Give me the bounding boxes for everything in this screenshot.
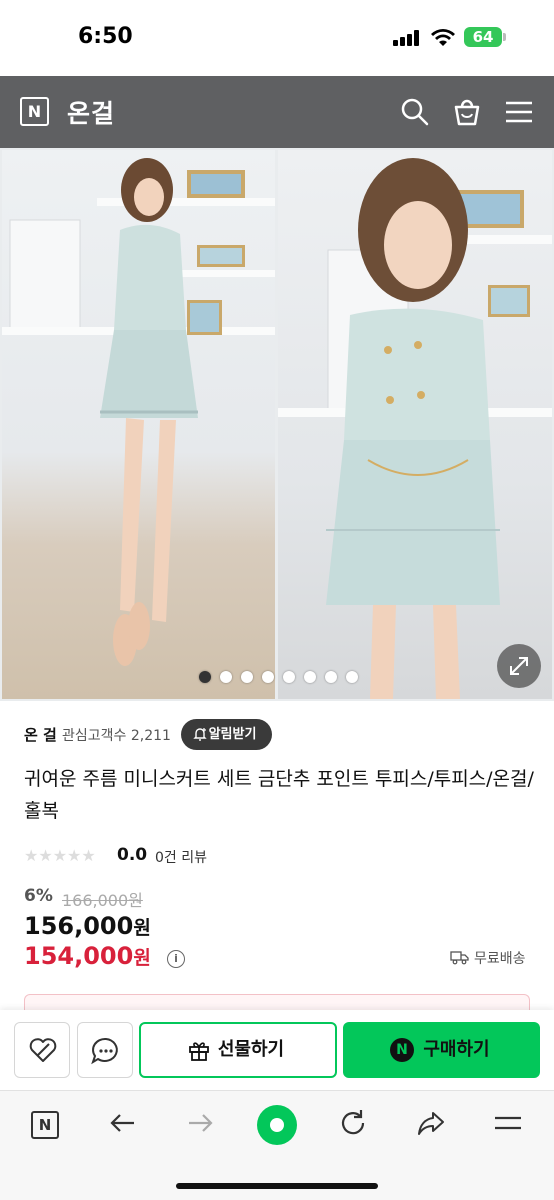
expand-icon [510,657,528,675]
purchase-action-bar: 선물하기 N 구매하기 [0,1010,554,1090]
price: 156,000 [24,912,134,940]
gallery-dot[interactable] [346,671,358,683]
price-row: 156,000원 [24,912,324,944]
home-indicator[interactable] [176,1183,378,1189]
review-count[interactable]: 0건 리뷰 [155,847,207,867]
gallery-dot[interactable] [220,671,232,683]
gallery-dot[interactable] [199,671,211,683]
battery-icon: 64 [464,27,502,47]
product-image-gallery[interactable] [0,148,554,701]
sale-price-row: 154,000원 i 무료배송 [24,942,544,976]
star-rating-icon: ★★★★★ [24,846,96,865]
cellular-signal-icon [393,30,421,46]
product-title: 귀여운 주름 미니스커트 세트 금단추 포인트 투피스/투피스/온걸/홀복 [24,768,534,822]
buy-button[interactable]: N 구매하기 [343,1022,540,1078]
bell-plus-icon [193,728,207,741]
battery-cap [503,33,506,41]
sale-price-unit: 원 [133,947,151,969]
buy-label: 구매하기 [423,1039,490,1060]
talk-talk-button[interactable] [77,1022,133,1078]
model-photo-illustration [2,158,275,666]
model-photo-illustration [278,158,552,699]
rating-value: 0.0 [117,845,148,865]
forward-arrow-icon[interactable] [184,1107,216,1139]
wishlist-button[interactable] [14,1022,70,1078]
top-nav: N 온걸 [0,76,554,148]
store-name[interactable]: 온걸 [67,94,115,130]
gift-button[interactable]: 선물하기 [139,1022,337,1078]
wifi-icon [431,29,455,46]
menu-icon[interactable] [492,1107,524,1139]
free-shipping-label: 무료배송 [474,951,526,967]
naver-logo-icon[interactable]: N [20,97,49,126]
original-price: 166,000원 [62,891,143,910]
status-time: 6:50 [78,24,133,49]
sale-price: 154,000 [24,942,134,970]
fan-count: 관심고객수 2,211 [62,728,171,744]
truck-icon [450,951,469,965]
refresh-icon[interactable] [337,1107,369,1139]
gallery-dot[interactable] [304,671,316,683]
price-unit: 원 [133,917,151,939]
naver-pay-icon: N [390,1038,414,1062]
gallery-pagination [199,671,358,683]
back-arrow-icon[interactable] [107,1107,139,1139]
product-photo-2[interactable] [278,150,552,699]
notification-subscribe-label: 알림받기 [208,727,257,742]
gallery-dot[interactable] [241,671,253,683]
status-bar: 6:50 64 [0,0,554,76]
notification-subscribe-button[interactable]: 알림받기 [181,719,272,750]
green-dot-home-button[interactable] [257,1105,297,1145]
discount-percent: 6% [24,886,53,906]
gift-label: 선물하기 [217,1039,285,1060]
product-photo-1[interactable] [2,150,275,699]
naver-home-icon[interactable]: N [31,1111,59,1139]
menu-icon[interactable] [503,96,535,128]
heart-icon [29,1038,57,1062]
gallery-dot[interactable] [262,671,274,683]
gallery-dot[interactable] [325,671,337,683]
info-icon[interactable]: i [167,950,185,968]
rating-row[interactable]: ★★★★★ 0.0 0건 리뷰 [24,845,324,867]
share-icon[interactable] [415,1107,447,1139]
search-icon[interactable] [399,96,431,128]
store-link[interactable]: 온 걸 [24,724,57,745]
gift-icon [189,1042,209,1061]
expand-image-button[interactable] [497,644,541,688]
discount-row: 6% 166,000원 [24,886,324,910]
shopping-bag-icon[interactable] [451,96,483,128]
store-info-row: 온 걸 관심고객수 2,211 알림받기 [24,719,534,750]
chat-bubble-icon [91,1037,118,1065]
gallery-dot[interactable] [283,671,295,683]
